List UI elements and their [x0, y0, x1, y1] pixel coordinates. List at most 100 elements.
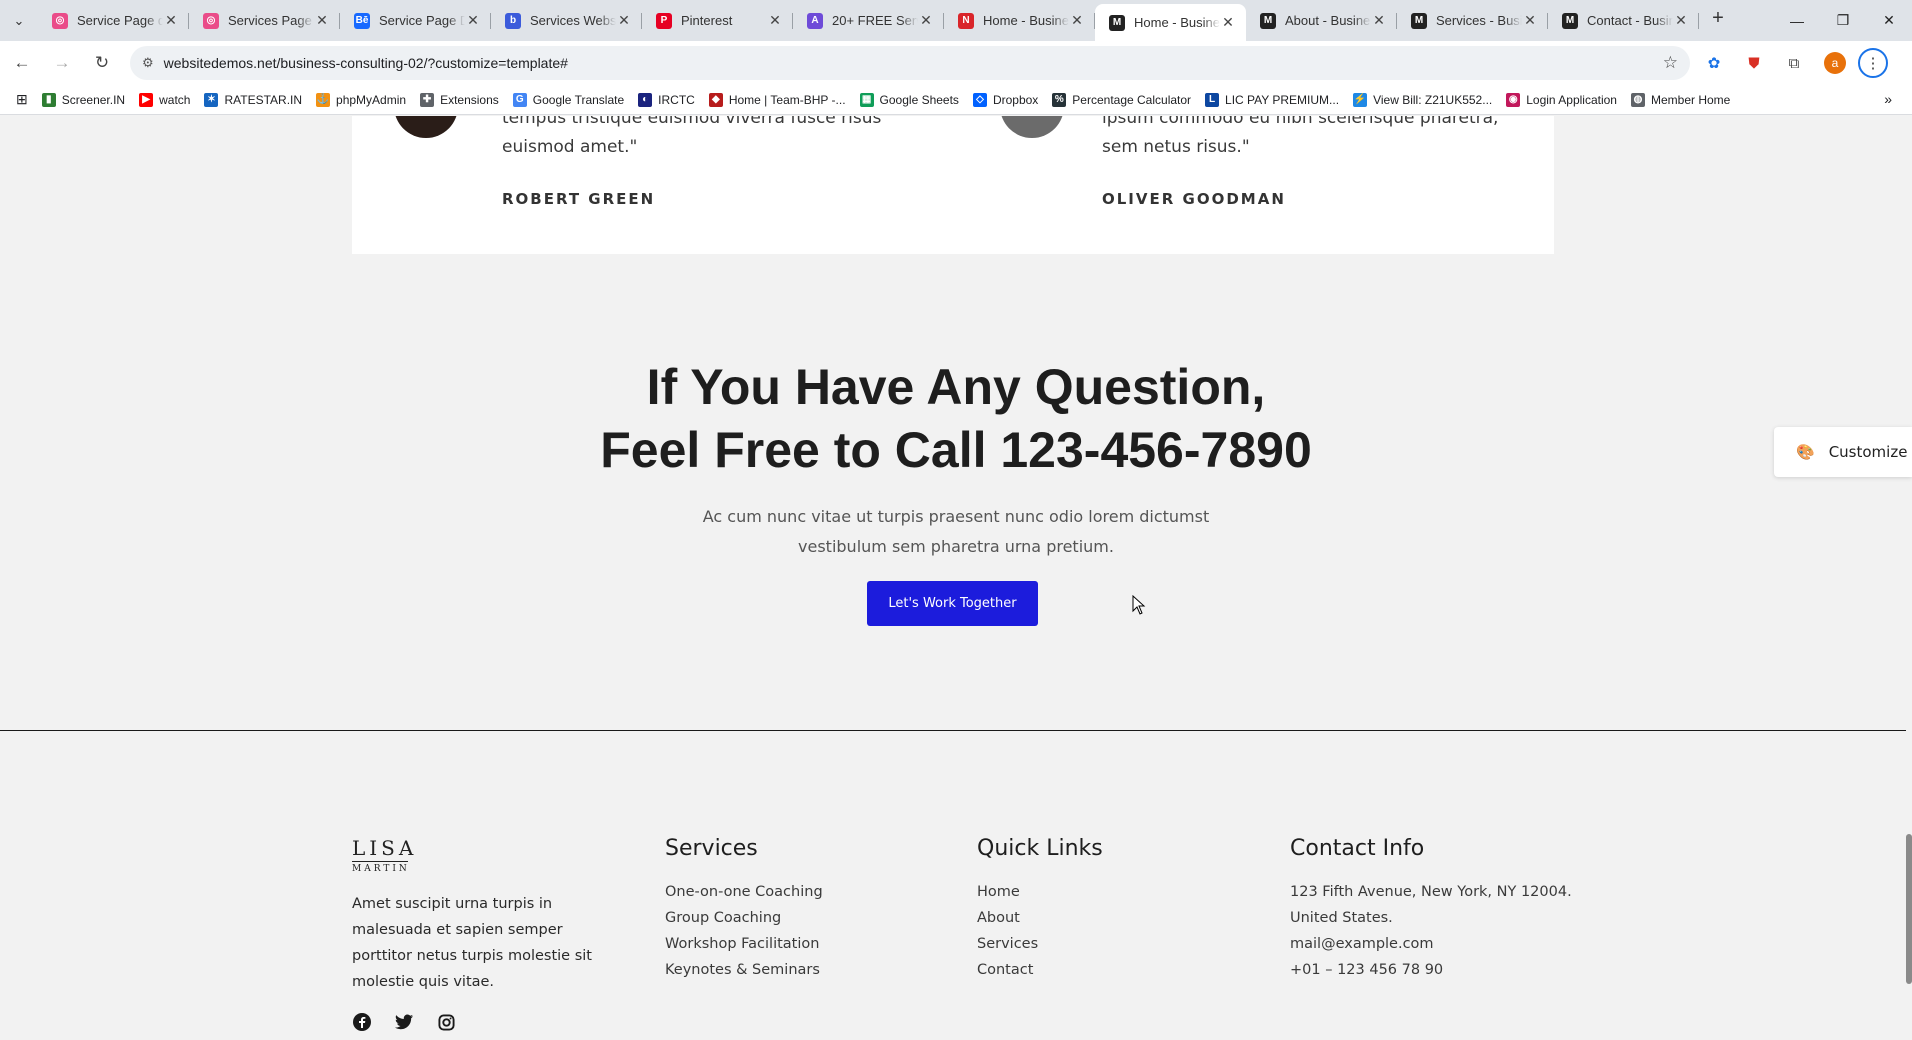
browser-tab[interactable]: ◎ Services Page d ✕ — [189, 4, 340, 37]
bookmark-label: phpMyAdmin — [336, 92, 407, 107]
scrollbar-thumb[interactable] — [1906, 834, 1912, 984]
bookmark-favicon-icon: ▦ — [859, 92, 874, 107]
tab-title: Service Page De — [379, 13, 465, 28]
footer-services: Services One-on-one Coaching Group Coach… — [665, 836, 823, 983]
arrow-right-icon: → — [53, 53, 71, 72]
footer-service-link[interactable]: Workshop Facilitation — [665, 931, 823, 957]
bookmark-star-icon[interactable]: ☆ — [1663, 53, 1678, 73]
more-bookmarks-icon[interactable]: » — [1884, 91, 1892, 107]
bookmark-item[interactable]: ✚ Extensions — [420, 92, 499, 107]
footer-divider — [0, 730, 1906, 731]
extension-shield-icon[interactable]: ⛊ — [1738, 47, 1770, 79]
tab-favicon-icon: Bē — [354, 12, 370, 29]
forward-button[interactable]: → — [44, 45, 80, 81]
address-bar[interactable]: ⚙ websitedemos.net/business-consulting-0… — [130, 46, 1690, 80]
cta-heading-line2: Feel Free to Call 123-456-7890 — [600, 422, 1312, 478]
contact-email[interactable]: mail@example.com — [1290, 931, 1572, 957]
testimonial-author-2: OLIVER GOODMAN — [1102, 190, 1286, 208]
bookmark-item[interactable]: % Percentage Calculator — [1052, 92, 1191, 107]
bookmark-item[interactable]: ⚓ phpMyAdmin — [316, 92, 407, 107]
bookmark-favicon-icon: ◇ — [972, 92, 987, 107]
contact-phone[interactable]: +01 – 123 456 78 90 — [1290, 957, 1572, 983]
bookmark-label: Screener.IN — [61, 92, 126, 107]
browser-tab[interactable]: ◎ Service Page de ✕ — [38, 4, 189, 37]
palette-icon: 🎨 — [1796, 443, 1815, 461]
tab-close-icon[interactable]: ✕ — [767, 12, 783, 29]
tab-title: Home - Busine — [983, 13, 1069, 28]
customize-button[interactable]: 🎨 Customize — [1774, 427, 1912, 477]
page-scrollbar[interactable] — [1904, 116, 1912, 1040]
footer-about-text: Amet suscipit urna turpis in malesuada e… — [352, 896, 592, 990]
bookmark-label: LIC PAY PREMIUM... — [1225, 92, 1340, 107]
bookmark-item[interactable]: ✶ RATESTAR.IN — [204, 92, 302, 107]
tab-close-icon[interactable]: ✕ — [918, 12, 934, 29]
bookmark-favicon-icon: ◐ — [638, 92, 653, 107]
tab-favicon-icon: ◎ — [52, 12, 68, 29]
extension-icon-1[interactable]: ✿ — [1698, 47, 1730, 79]
new-tab-button[interactable]: + — [1703, 4, 1733, 34]
footer-link-home[interactable]: Home — [977, 879, 1103, 905]
footer-logo[interactable]: LISA MARTIN — [352, 837, 417, 874]
browser-tab[interactable]: P Pinterest ✕ — [642, 4, 793, 37]
tab-close-icon[interactable]: ✕ — [1673, 12, 1689, 29]
back-button[interactable]: ← — [4, 45, 40, 81]
extensions-puzzle-icon[interactable]: ⧉ — [1778, 47, 1810, 79]
site-settings-icon[interactable]: ⚙ — [142, 55, 154, 71]
bookmark-item[interactable]: ▶ watch — [139, 92, 191, 107]
bookmark-item[interactable]: G Google Translate — [512, 92, 624, 107]
chevron-down-icon: ⌄ — [13, 12, 25, 28]
bookmark-item[interactable]: ◐ IRCTC — [638, 92, 695, 107]
footer-service-link[interactable]: Keynotes & Seminars — [665, 957, 823, 983]
footer-service-link[interactable]: Group Coaching — [665, 905, 823, 931]
facebook-icon[interactable] — [352, 1012, 372, 1032]
tab-close-icon[interactable]: ✕ — [1069, 12, 1085, 29]
bookmark-item[interactable]: ⚡ View Bill: Z21UK552... — [1353, 92, 1492, 107]
bookmark-item[interactable]: L LIC PAY PREMIUM... — [1205, 92, 1340, 107]
browser-tab[interactable]: M Contact - Busin ✕ — [1548, 4, 1699, 37]
browser-tab[interactable]: b Services Websit ✕ — [491, 4, 642, 37]
tab-title: About - Busine — [1285, 13, 1371, 28]
bookmark-item[interactable]: ◍ Member Home — [1630, 92, 1731, 107]
footer-link-services[interactable]: Services — [977, 931, 1103, 957]
browser-tab[interactable]: A 20+ FREE Servi ✕ — [793, 4, 944, 37]
cta-subtitle: Ac cum nunc vitae ut turpis praesent nun… — [702, 507, 1210, 556]
tab-close-icon[interactable]: ✕ — [1220, 14, 1236, 31]
bookmark-favicon-icon: ✚ — [420, 92, 435, 107]
contact-address: 123 Fifth Avenue, New York, NY 12004. — [1290, 884, 1572, 900]
reload-button[interactable]: ↻ — [84, 45, 120, 81]
bookmark-item[interactable]: ◆ Home | Team-BHP -... — [708, 92, 846, 107]
browser-tab[interactable]: M Services - Busi ✕ — [1397, 4, 1548, 37]
avatar-robert — [394, 116, 458, 138]
minimize-button[interactable]: — — [1774, 0, 1820, 41]
tab-close-icon[interactable]: ✕ — [163, 12, 179, 29]
apps-icon[interactable]: ⊞ — [16, 91, 28, 108]
bookmark-label: Member Home — [1650, 92, 1731, 107]
browser-tab[interactable]: N Home - Busine ✕ — [944, 4, 1095, 37]
tab-close-icon[interactable]: ✕ — [1371, 12, 1387, 29]
footer-link-about[interactable]: About — [977, 905, 1103, 931]
tab-close-icon[interactable]: ✕ — [314, 12, 330, 29]
browser-menu-button[interactable]: ⋮ — [1858, 48, 1888, 78]
avatar-oliver — [1000, 116, 1064, 138]
tab-close-icon[interactable]: ✕ — [465, 12, 481, 29]
bookmark-label: watch — [159, 92, 191, 107]
profile-avatar[interactable]: a — [1824, 52, 1846, 74]
bookmark-item[interactable]: ▦ Google Sheets — [859, 92, 959, 107]
twitter-icon[interactable] — [394, 1012, 414, 1032]
instagram-icon[interactable] — [436, 1012, 456, 1032]
close-window-button[interactable]: ✕ — [1866, 0, 1912, 41]
bookmark-item[interactable]: ▮ Screener.IN — [41, 92, 126, 107]
footer-service-link[interactable]: One-on-one Coaching — [665, 879, 823, 905]
footer-link-contact[interactable]: Contact — [977, 957, 1103, 983]
tab-search-button[interactable]: ⌄ — [0, 0, 38, 41]
tab-close-icon[interactable]: ✕ — [616, 12, 632, 29]
browser-tab[interactable]: Bē Service Page De✕ — [340, 4, 491, 37]
restore-button[interactable]: ❐ — [1820, 0, 1866, 41]
browser-tab[interactable]: M Home - Busine ✕ — [1095, 4, 1246, 41]
bookmark-label: IRCTC — [658, 92, 695, 107]
lets-work-together-button[interactable]: Let's Work Together — [867, 581, 1038, 626]
bookmark-item[interactable]: ◉ Login Application — [1506, 92, 1617, 107]
bookmark-item[interactable]: ◇ Dropbox — [972, 92, 1038, 107]
tab-close-icon[interactable]: ✕ — [1522, 12, 1538, 29]
browser-tab[interactable]: M About - Busine ✕ — [1246, 4, 1397, 37]
